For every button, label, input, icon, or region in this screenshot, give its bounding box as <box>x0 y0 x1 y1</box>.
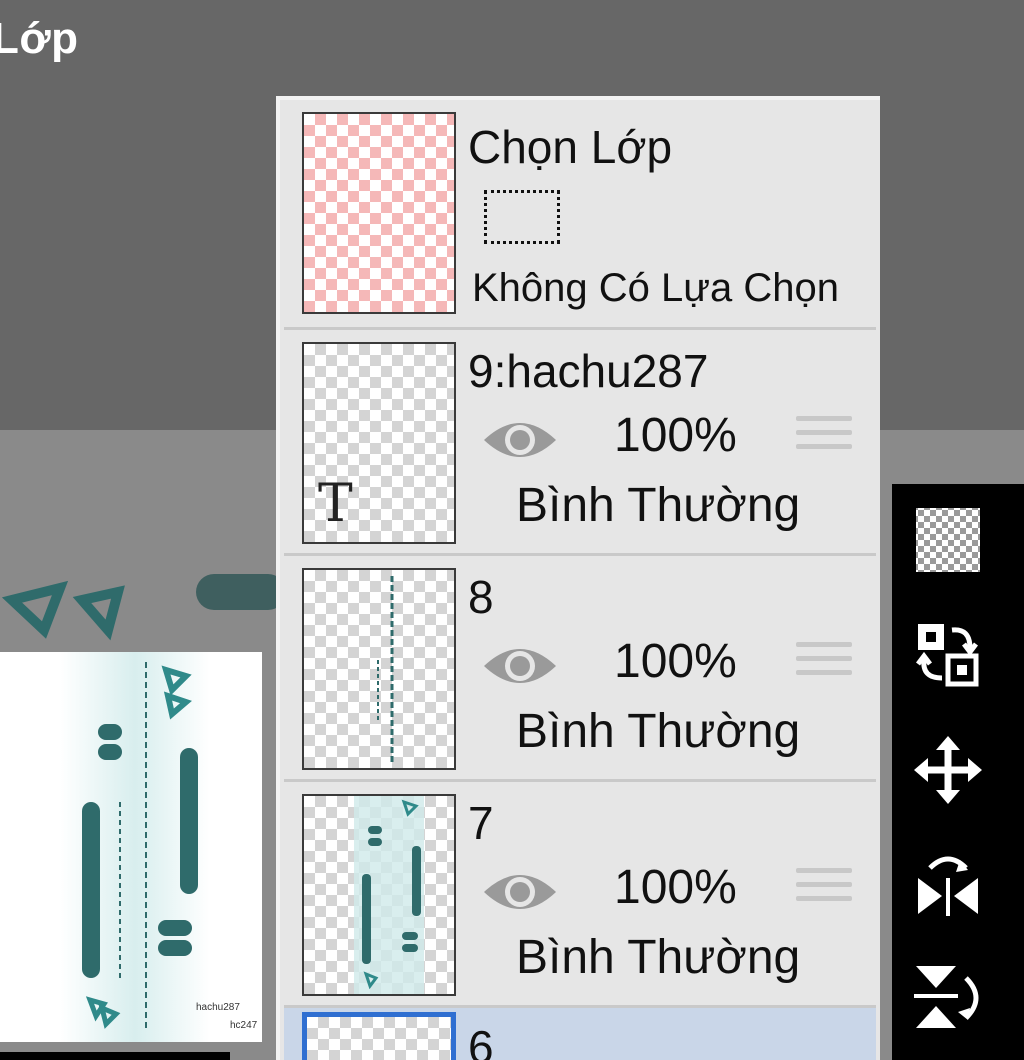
drag-handle-icon[interactable] <box>796 642 852 688</box>
flip-horizontal-icon[interactable] <box>912 848 984 920</box>
layer-tools-toolbar <box>892 484 1024 1060</box>
layer-thumbnail-6 <box>302 1012 456 1060</box>
layer-blend-mode[interactable]: Bình Thường <box>516 478 800 533</box>
layer-blend-mode[interactable]: Bình Thường <box>516 704 800 759</box>
layer-name: 9:hachu287 <box>468 345 709 397</box>
transparency-icon[interactable] <box>912 504 984 576</box>
layer-row-8[interactable]: 8 100% Bình Thường <box>284 556 876 782</box>
layer-thumbnail-9: T <box>302 342 456 544</box>
move-icon[interactable] <box>912 734 984 806</box>
layer-7-preview <box>354 796 424 994</box>
layer-name: 8 <box>468 571 494 623</box>
canvas-preview: hachu287 hc247 <box>0 652 262 1042</box>
eye-icon[interactable] <box>480 414 560 466</box>
preview-caption-2: hc247 <box>230 1020 258 1031</box>
eye-icon[interactable] <box>480 866 560 918</box>
preview-artwork <box>60 652 210 1042</box>
layer-thumbnail-7 <box>302 794 456 996</box>
layer-thumbnail-8 <box>302 568 456 770</box>
preview-caption-1: hachu287 <box>196 1002 240 1013</box>
layer-opacity[interactable]: 100% <box>614 634 737 689</box>
layer-row-7[interactable]: 7 100% Bình Thường <box>284 782 876 1008</box>
layer-blend-mode[interactable]: Bình Thường <box>516 930 800 985</box>
selection-marquee-icon <box>484 190 560 244</box>
text-layer-icon: T <box>318 474 353 534</box>
layer-row-9[interactable]: T 9:hachu287 100% Bình Thường <box>284 330 876 556</box>
layer-name: 6 <box>468 1021 494 1060</box>
layer-header-title: Lớp <box>0 14 79 63</box>
swap-layer-icon[interactable] <box>912 618 984 690</box>
preview-bottom-bar <box>0 1052 230 1060</box>
drag-handle-icon[interactable] <box>796 416 852 462</box>
eye-icon[interactable] <box>480 640 560 692</box>
layer-opacity[interactable]: 100% <box>614 408 737 463</box>
canvas-artwork-shapes <box>1 574 280 641</box>
layer-panel: Chọn Lớp Không Có Lựa Chọn T 9:hachu287 … <box>276 96 880 1060</box>
layer-row-6[interactable]: 6 <box>284 1008 876 1060</box>
selection-layer-row[interactable]: Chọn Lớp Không Có Lựa Chọn <box>284 100 876 330</box>
layer-8-preview <box>377 576 394 762</box>
drag-handle-icon[interactable] <box>796 868 852 914</box>
layer-name: 7 <box>468 797 494 849</box>
selection-layer-title: Chọn Lớp <box>468 121 673 173</box>
selection-status: Không Có Lựa Chọn <box>472 266 840 310</box>
flip-vertical-icon[interactable] <box>912 962 984 1034</box>
layer-opacity[interactable]: 100% <box>614 860 737 915</box>
selection-layer-thumbnail <box>302 112 456 314</box>
